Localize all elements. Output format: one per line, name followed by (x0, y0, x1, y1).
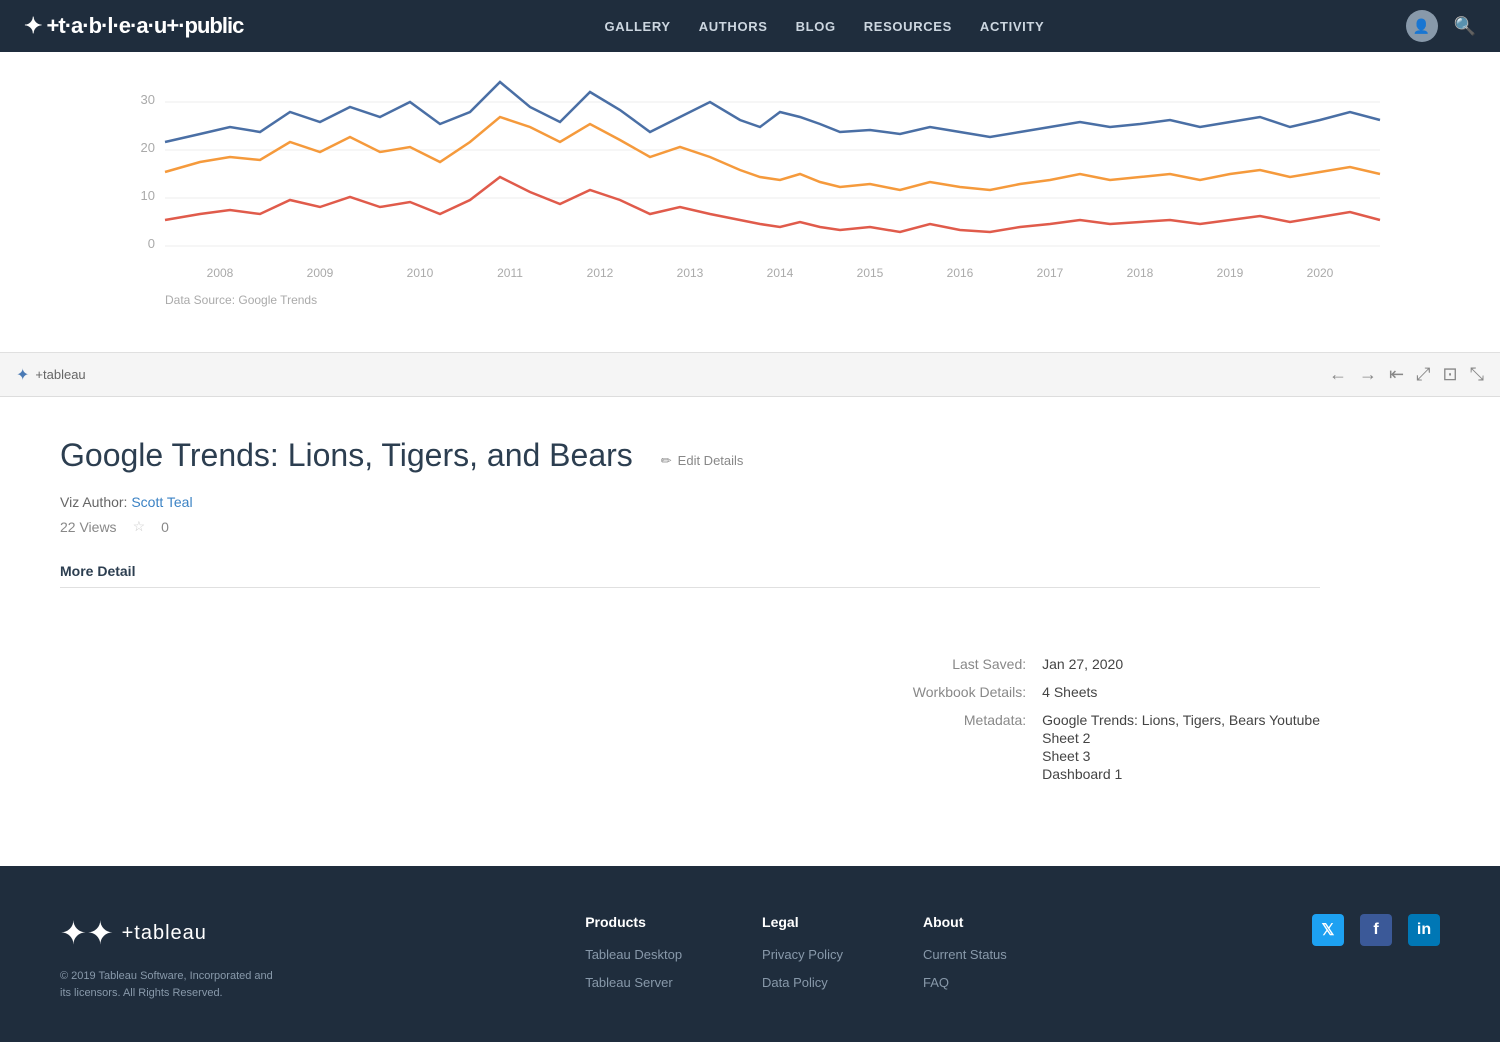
svg-text:2017: 2017 (1037, 266, 1064, 280)
nav-resources[interactable]: Resources (864, 19, 952, 34)
workbook-details-row: Workbook Details: 4 Sheets (882, 684, 1320, 700)
views-count: 22 Views (60, 519, 117, 535)
footer-col-legal: Legal Privacy Policy Data Policy (762, 914, 843, 1002)
footer-col-about-heading: About (923, 914, 1007, 930)
nav-gallery[interactable]: Gallery (605, 19, 671, 34)
viz-author: Viz Author: Scott Teal (60, 494, 1320, 510)
footer-col-about-list: Current Status FAQ (923, 946, 1007, 992)
metadata-row: Metadata: Google Trends: Lions, Tigers, … (882, 712, 1320, 784)
fullscreen-icon[interactable]: ⤡ (1470, 364, 1484, 385)
details-table: Last Saved: Jan 27, 2020 Workbook Detail… (882, 656, 1320, 796)
last-saved-value: Jan 27, 2020 (1042, 656, 1123, 672)
nav-home-icon[interactable]: ⇤ (1389, 364, 1404, 385)
footer-link-data-policy[interactable]: Data Policy (762, 975, 828, 990)
svg-text:2018: 2018 (1127, 266, 1154, 280)
svg-text:20: 20 (141, 140, 155, 155)
navbar-logo[interactable]: ✦ +t·a·b·l·e·a·u+·public (24, 13, 243, 39)
footer-link-tableau-desktop[interactable]: Tableau Desktop (585, 947, 682, 962)
footer-link-current-status[interactable]: Current Status (923, 947, 1007, 962)
pencil-icon: ✏ (661, 453, 672, 469)
footer-link-faq[interactable]: FAQ (923, 975, 949, 990)
footer-col-about: About Current Status FAQ (923, 914, 1007, 1002)
svg-text:2013: 2013 (677, 266, 704, 280)
viz-title: Google Trends: Lions, Tigers, and Bears (60, 437, 633, 474)
svg-text:30: 30 (141, 92, 155, 107)
footer-col-legal-list: Privacy Policy Data Policy (762, 946, 843, 992)
footer-copyright: © 2019 Tableau Software, Incorporated an… (60, 968, 280, 1001)
last-saved-label: Last Saved: (882, 656, 1042, 672)
footer-col-products-list: Tableau Desktop Tableau Server (585, 946, 682, 992)
footer-col-legal-heading: Legal (762, 914, 843, 930)
footer-social: 𝕏 f in (1312, 914, 1440, 1002)
chart-toolbar-actions: ← → ⇤ ⤢ ⊡ ⤡ (1329, 364, 1484, 385)
workbook-details-value: 4 Sheets (1042, 684, 1097, 700)
footer-link-privacy[interactable]: Privacy Policy (762, 947, 843, 962)
chart-toolbar: ✦ +tableau ← → ⇤ ⤢ ⊡ ⤡ (0, 352, 1500, 396)
metadata-values: Google Trends: Lions, Tigers, Bears Yout… (1042, 712, 1320, 784)
footer-link-tableau-server[interactable]: Tableau Server (585, 975, 672, 990)
svg-text:2019: 2019 (1217, 266, 1244, 280)
svg-text:10: 10 (141, 188, 155, 203)
svg-text:0: 0 (148, 236, 155, 251)
footer: ✦✦ +tableau © 2019 Tableau Software, Inc… (0, 866, 1500, 1042)
user-avatar[interactable]: 👤 (1406, 10, 1438, 42)
tableau-logo-small: ✦ (16, 365, 29, 385)
nav-authors[interactable]: Authors (699, 19, 768, 34)
svg-text:2010: 2010 (407, 266, 434, 280)
window-icon[interactable]: ⊡ (1443, 364, 1458, 385)
viz-stats: 22 Views ☆ 0 (60, 518, 1320, 535)
workbook-details-label: Workbook Details: (882, 684, 1042, 700)
navbar-right: 👤 🔍 (1406, 10, 1476, 42)
details-grid: Last Saved: Jan 27, 2020 Workbook Detail… (60, 656, 1320, 796)
svg-text:2009: 2009 (307, 266, 334, 280)
chart-container: 30 20 10 0 2008 2009 2010 2011 2012 2013… (0, 52, 1500, 397)
svg-text:2016: 2016 (947, 266, 974, 280)
author-link[interactable]: Scott Teal (131, 494, 192, 510)
footer-brand: ✦✦ +tableau © 2019 Tableau Software, Inc… (60, 914, 280, 1002)
svg-text:Data Source: Google Trends: Data Source: Google Trends (165, 293, 317, 307)
svg-text:2012: 2012 (587, 266, 614, 280)
chart-logo: ✦ +tableau (16, 365, 86, 385)
edit-details-button[interactable]: ✏ Edit Details (661, 453, 744, 469)
nav-forward-icon[interactable]: → (1359, 364, 1377, 385)
more-detail-label: More Detail (60, 563, 1320, 588)
chart-svg: 30 20 10 0 2008 2009 2010 2011 2012 2013… (0, 52, 1500, 352)
metadata-item-0: Google Trends: Lions, Tigers, Bears Yout… (1042, 712, 1320, 728)
metadata-item-1: Sheet 2 (1042, 730, 1320, 746)
navbar: ✦ +t·a·b·l·e·a·u+·public Gallery Authors… (0, 0, 1500, 52)
footer-columns: Products Tableau Desktop Tableau Server … (585, 914, 1007, 1002)
chart-inner: 30 20 10 0 2008 2009 2010 2011 2012 2013… (0, 52, 1500, 352)
nav-blog[interactable]: Blog (796, 19, 836, 34)
viz-info: Google Trends: Lions, Tigers, and Bears … (0, 397, 1380, 626)
footer-col-products-heading: Products (585, 914, 682, 930)
metadata-label: Metadata: (882, 712, 1042, 784)
facebook-icon[interactable]: f (1360, 914, 1392, 946)
navbar-links: Gallery Authors Blog Resources Activity (605, 19, 1045, 34)
footer-inner: ✦✦ +tableau © 2019 Tableau Software, Inc… (60, 914, 1440, 1002)
star-icon[interactable]: ☆ (133, 518, 146, 535)
metadata-item-3: Dashboard 1 (1042, 766, 1320, 782)
nav-activity[interactable]: Activity (980, 19, 1044, 34)
last-saved-row: Last Saved: Jan 27, 2020 (882, 656, 1320, 672)
footer-logo-icon: ✦✦ (60, 914, 114, 952)
metadata-item-2: Sheet 3 (1042, 748, 1320, 764)
svg-text:2020: 2020 (1307, 266, 1334, 280)
main-content: 30 20 10 0 2008 2009 2010 2011 2012 2013… (0, 52, 1500, 826)
svg-text:2015: 2015 (857, 266, 884, 280)
footer-logo-text: +tableau (122, 922, 207, 945)
details-section: Last Saved: Jan 27, 2020 Workbook Detail… (0, 626, 1380, 826)
footer-logo: ✦✦ +tableau (60, 914, 280, 952)
favorites-count: 0 (161, 519, 169, 535)
linkedin-icon[interactable]: in (1408, 914, 1440, 946)
tableau-logo: ✦ +t·a·b·l·e·a·u+·public (24, 13, 243, 39)
footer-col-products: Products Tableau Desktop Tableau Server (585, 914, 682, 1002)
twitter-icon[interactable]: 𝕏 (1312, 914, 1344, 946)
tableau-logo-text: +tableau (35, 367, 85, 382)
share-icon[interactable]: ⤢ (1416, 364, 1430, 385)
search-icon[interactable]: 🔍 (1454, 16, 1476, 37)
nav-back-icon[interactable]: ← (1329, 364, 1347, 385)
svg-text:2014: 2014 (767, 266, 794, 280)
svg-text:2008: 2008 (207, 266, 234, 280)
svg-text:2011: 2011 (497, 266, 523, 280)
